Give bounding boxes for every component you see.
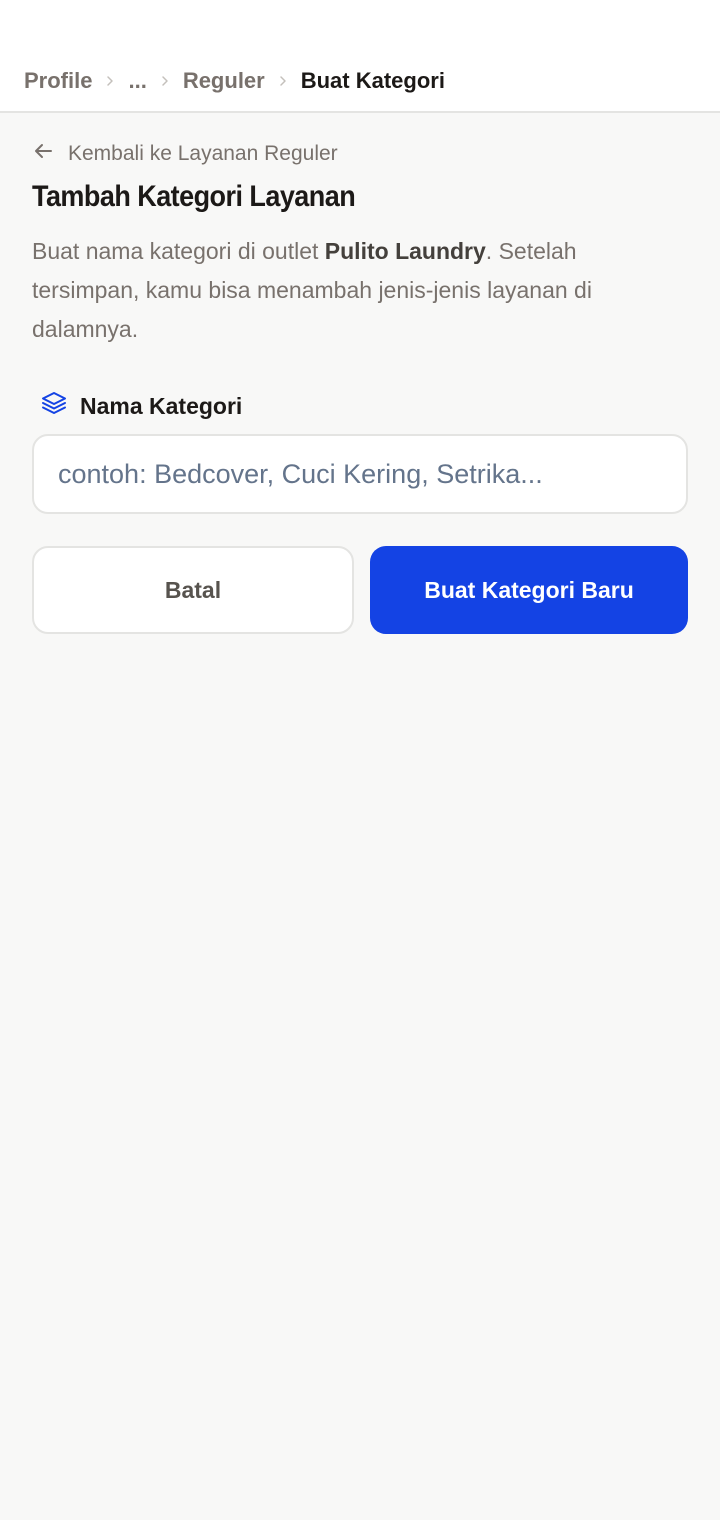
breadcrumb: Profile ... Reguler Buat Kategori <box>24 64 445 98</box>
chevron-right-icon <box>92 64 128 98</box>
breadcrumb-item-profile[interactable]: Profile <box>24 68 92 94</box>
outlet-name: Pulito Laundry <box>324 238 486 264</box>
arrow-left-icon <box>32 140 68 168</box>
layers-icon <box>40 389 80 423</box>
category-name-input[interactable] <box>32 434 688 514</box>
breadcrumb-item-ellipsis[interactable]: ... <box>128 68 146 94</box>
category-name-label-text: Nama Kategori <box>80 392 243 419</box>
create-category-button[interactable]: Buat Kategori Baru <box>370 546 688 634</box>
back-link-label: Kembali ke Layanan Reguler <box>68 142 338 165</box>
description-text-start: Buat nama kategori di outlet <box>32 238 325 264</box>
page-title: Tambah Kategori Layanan <box>32 180 356 213</box>
cancel-button[interactable]: Batal <box>32 546 354 634</box>
breadcrumb-item-current: Buat Kategori <box>300 68 445 93</box>
breadcrumb-item-reguler[interactable]: Reguler <box>183 68 265 94</box>
category-name-label: Nama Kategori <box>40 390 242 422</box>
back-link[interactable]: Kembali ke Layanan Reguler <box>32 140 338 168</box>
chevron-right-icon <box>265 64 301 98</box>
top-bar: Profile ... Reguler Buat Kategori <box>0 0 720 113</box>
chevron-right-icon <box>147 64 183 98</box>
page-description: Buat nama kategori di outlet Pulito Laun… <box>32 232 672 349</box>
